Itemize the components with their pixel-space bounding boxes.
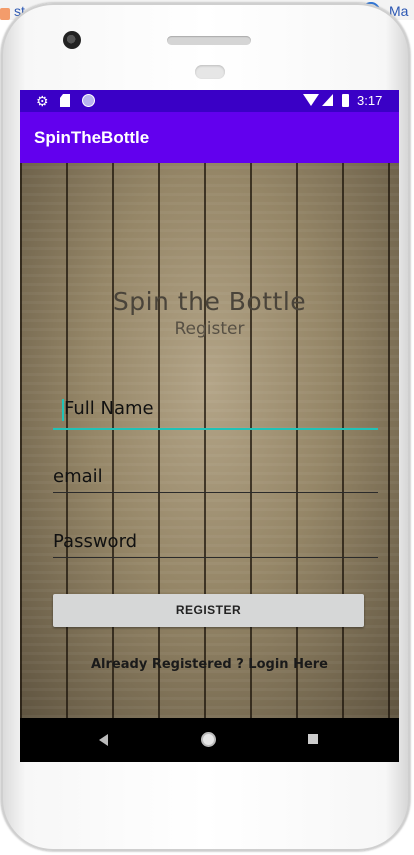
navigation-bar (20, 718, 399, 762)
register-button[interactable]: REGISTER (53, 594, 364, 627)
wifi-icon (303, 94, 319, 106)
battery-icon (342, 94, 349, 107)
status-bar: ⚙ 3:17 (20, 90, 399, 112)
earpiece-speaker (167, 36, 251, 45)
full-name-underline (53, 428, 378, 430)
host-tab-icon (0, 8, 10, 20)
signal-icon (322, 94, 333, 106)
recents-icon[interactable] (308, 734, 318, 744)
gear-icon: ⚙ (36, 93, 49, 109)
login-link[interactable]: Already Registered ? Login Here (20, 657, 399, 672)
phone-frame: ⚙ 3:17 SpinTheBottle Spin the Bottle Reg… (1, 3, 410, 851)
page-title: Spin the Bottle (112, 287, 307, 316)
email-underline (53, 492, 378, 493)
app-bar: SpinTheBottle (20, 112, 399, 163)
text-caret (62, 399, 64, 421)
home-icon[interactable] (201, 732, 216, 747)
back-icon[interactable] (99, 734, 108, 746)
circle-dot-icon (82, 94, 95, 107)
email-placeholder: email (53, 466, 103, 487)
proximity-sensor (195, 65, 225, 79)
phone-screen: ⚙ 3:17 SpinTheBottle Spin the Bottle Reg… (20, 90, 399, 762)
email-field[interactable]: email (53, 466, 378, 496)
app-title: SpinTheBottle (34, 128, 150, 147)
password-field[interactable]: Password (53, 531, 378, 561)
password-placeholder: Password (53, 531, 138, 552)
status-time: 3:17 (357, 93, 383, 108)
page-subtitle: Register (174, 319, 245, 339)
password-underline (53, 557, 378, 558)
front-camera-icon (63, 31, 81, 49)
full-name-field[interactable]: Full Name (53, 398, 378, 430)
sd-card-icon (60, 94, 70, 107)
register-screen: Spin the Bottle Register Full Name email… (20, 163, 399, 718)
full-name-placeholder: Full Name (64, 398, 154, 419)
